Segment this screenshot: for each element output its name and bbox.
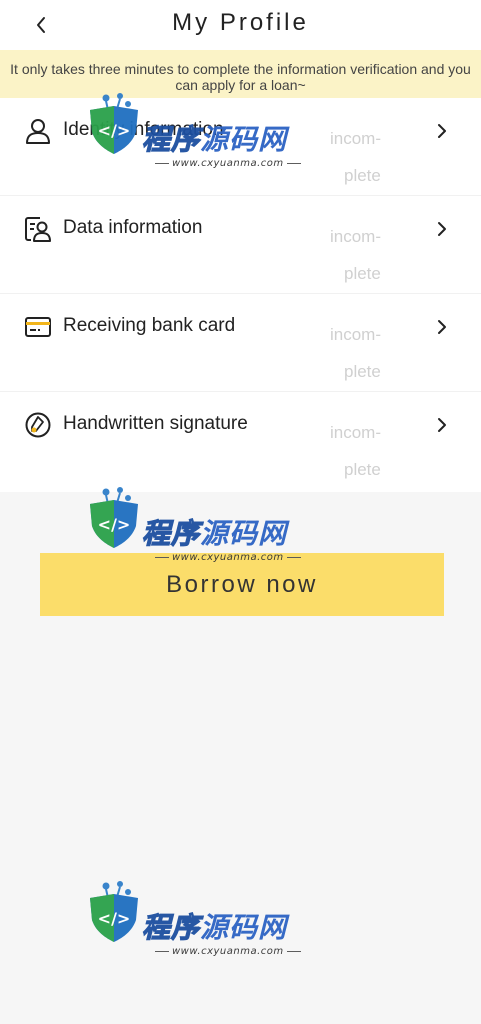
code-shield-icon: </> [90, 487, 138, 548]
watermark-logo: </> 程序源码网 www.cxyuanma.com [84, 92, 294, 192]
status-line-1: incom- [330, 129, 382, 148]
watermark-url: www.cxyuanma.com [152, 552, 304, 563]
person-icon [24, 117, 52, 145]
svg-text:</>: </> [98, 121, 131, 140]
status-badge: incom- plete [330, 414, 390, 488]
status-line-2: plete [344, 264, 381, 283]
bank-card-icon [24, 313, 52, 341]
header-bar: My Profile [0, 0, 481, 50]
list-item-receiving-bank-card[interactable]: Receiving bank card incom- plete [0, 294, 481, 392]
status-badge: incom- plete [330, 316, 390, 390]
chevron-right-icon [434, 416, 450, 434]
id-card-icon [24, 215, 52, 243]
back-button[interactable] [26, 8, 56, 42]
page-title: My Profile [172, 9, 309, 36]
chevron-right-icon [434, 318, 450, 336]
status-badge: incom- plete [330, 218, 390, 292]
watermark-url: www.cxyuanma.com [152, 158, 304, 169]
status-line-1: incom- [330, 423, 382, 442]
status-line-2: plete [344, 166, 381, 185]
list-item-data-information[interactable]: Data information incom- plete [0, 196, 481, 294]
watermark-logo: </> 程序源码网 www.cxyuanma.com [84, 486, 294, 586]
watermark-brand: 程序源码网 [141, 122, 288, 156]
watermark-brand: 程序源码网 [141, 516, 288, 550]
svg-text:</>: </> [98, 909, 131, 928]
watermark-logo: </> 程序源码网 www.cxyuanma.com [84, 880, 294, 980]
chevron-right-icon [434, 220, 450, 238]
status-line-1: incom- [330, 325, 382, 344]
notice-line-1: It only takes three minutes to complete … [10, 61, 471, 77]
status-line-2: plete [344, 362, 381, 381]
watermark-url: www.cxyuanma.com [152, 946, 304, 957]
notice-line-2: can apply for a loan~ [175, 77, 306, 93]
svg-text:</>: </> [98, 515, 131, 534]
chevron-right-icon [434, 122, 450, 140]
profile-page: My Profile It only takes three minutes t… [0, 0, 481, 1024]
item-label: Handwritten signature [63, 413, 248, 434]
list-item-handwritten-signature[interactable]: Handwritten signature incom- plete [0, 392, 481, 490]
code-shield-icon: </> [90, 881, 138, 942]
code-shield-icon: </> [90, 93, 138, 154]
item-label: Receiving bank card [63, 315, 236, 336]
status-badge: incom- plete [330, 120, 390, 194]
status-line-1: incom- [330, 227, 382, 246]
status-line-2: plete [344, 460, 381, 479]
watermark-brand: 程序源码网 [141, 910, 288, 944]
chevron-left-icon [37, 17, 45, 33]
signature-icon [24, 411, 52, 439]
item-label: Data information [63, 217, 203, 238]
notice-banner: It only takes three minutes to complete … [0, 50, 481, 98]
